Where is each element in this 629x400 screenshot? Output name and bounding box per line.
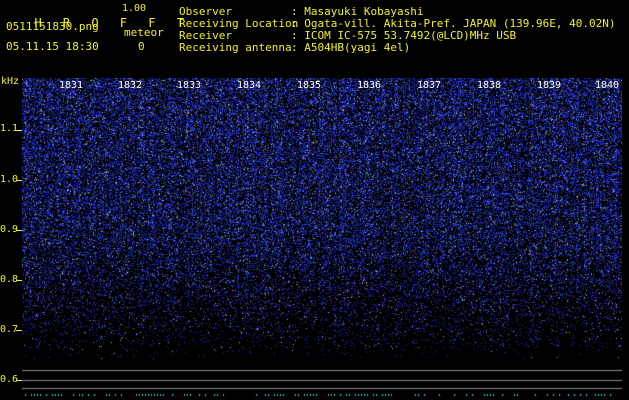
minute-label: 1834 — [237, 80, 262, 91]
meteor-label: meteor — [124, 26, 164, 39]
y-axis-unit: kHz — [1, 76, 20, 87]
minute-label: 1833 — [177, 80, 202, 91]
minute-label: 1832 — [118, 80, 143, 91]
spectrogram-canvas — [22, 78, 622, 398]
minute-label: 1840 — [595, 80, 620, 91]
y-tick-label: 1.1 — [0, 123, 19, 134]
minute-label: 1838 — [477, 80, 502, 91]
minute-label: 1839 — [537, 80, 562, 91]
app-version: 1.00 — [122, 3, 147, 14]
minute-label: 1831 — [59, 80, 84, 91]
minute-label: 1837 — [417, 80, 442, 91]
meteor-count: 0 — [138, 40, 145, 53]
minute-label: 1835 — [297, 80, 322, 91]
antenna-label: Receiving antenna — [179, 41, 292, 54]
datetime-label: 05.11.15 18:30 — [6, 40, 99, 53]
antenna-value: : A504HB(yagi 4el) — [291, 41, 411, 54]
minute-label: 1836 — [357, 80, 382, 91]
filename-label: 0511151830.png — [6, 20, 99, 33]
